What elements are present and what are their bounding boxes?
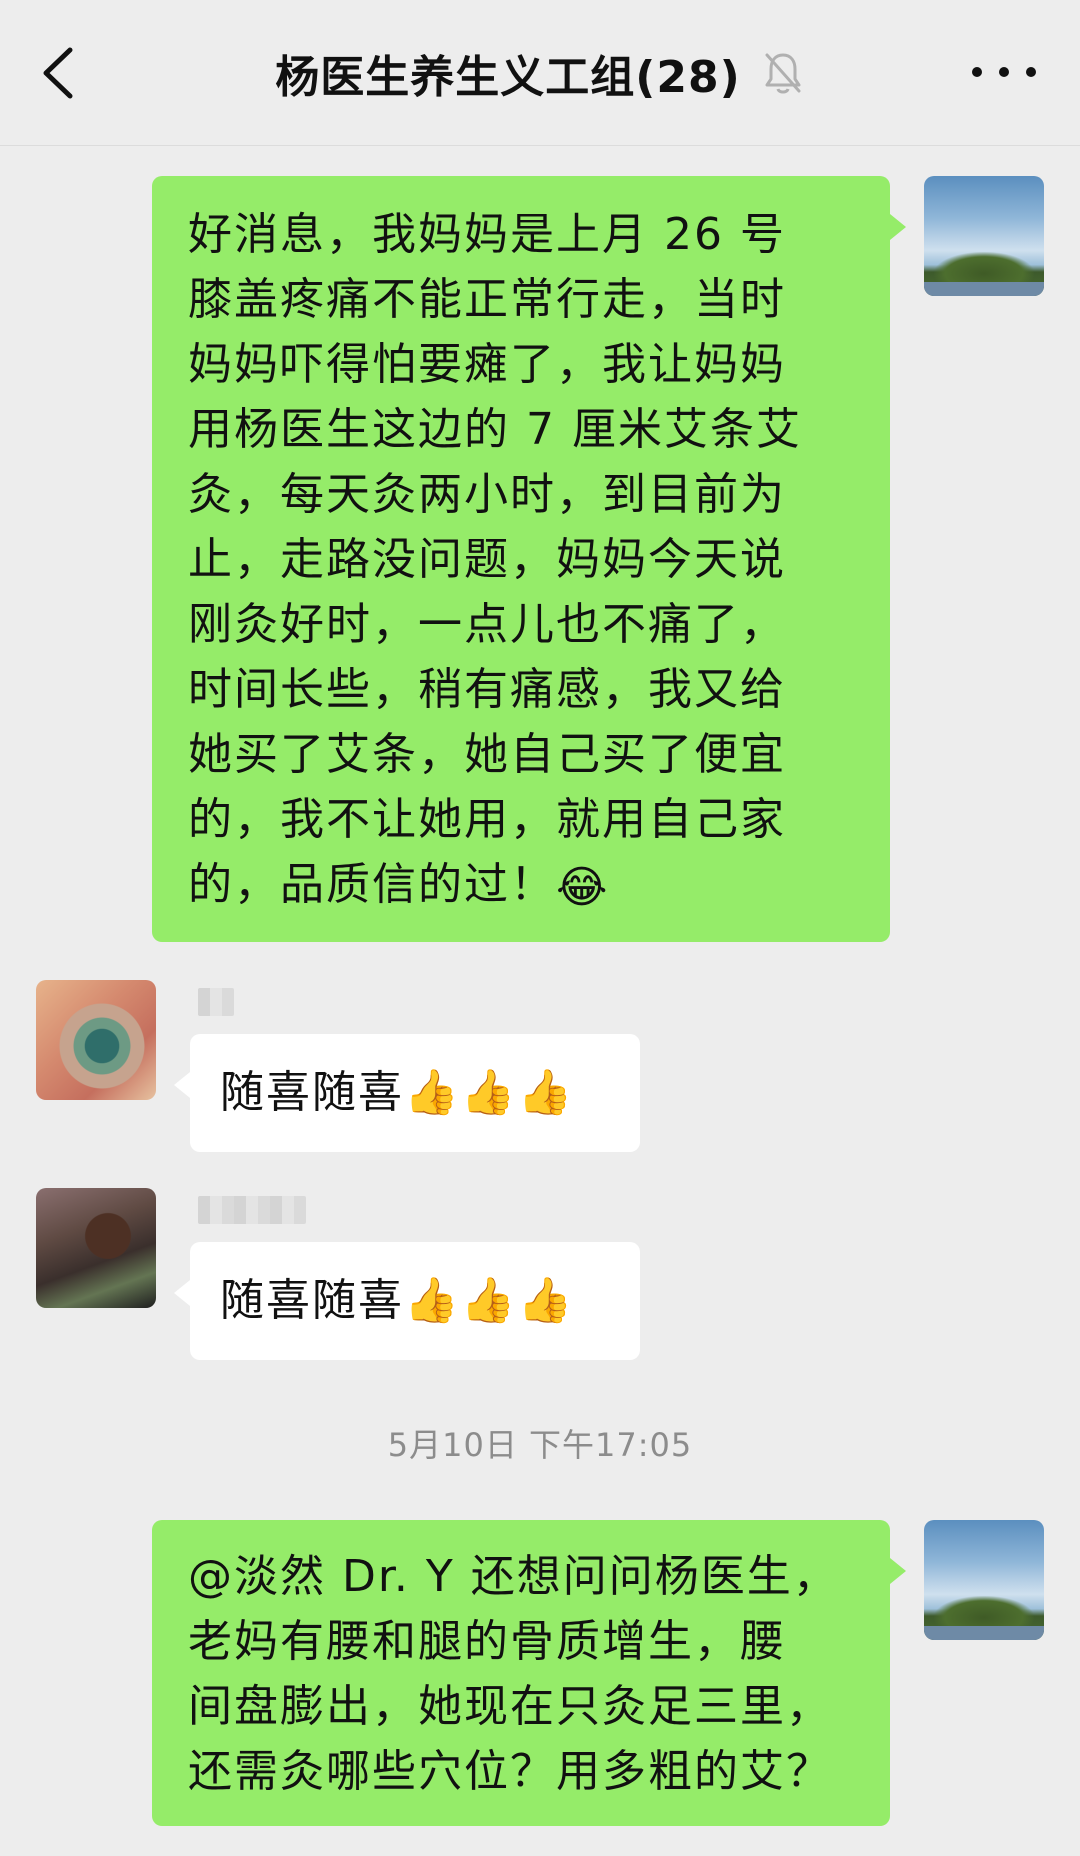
message-timestamp: 5月10日 下午17:05 (387, 1426, 693, 1464)
member-avatar[interactable] (36, 980, 156, 1100)
message-line: 刚灸好时，一点儿也不痛了， (188, 599, 786, 650)
laughing-tears-emoji-icon: 😂 (556, 861, 610, 913)
message-bubble-other[interactable]: 随喜随喜👍👍👍 (174, 1242, 640, 1360)
bell-muted-icon (765, 53, 801, 94)
message-line: 时间长些，稍有痛感，我又给 (188, 664, 786, 715)
self-avatar[interactable] (924, 176, 1044, 296)
message-bubble-self[interactable]: @淡然 Dr. Y 还想问问杨医生， 老妈有腰和腿的骨质增生，腰 间盘膨出，她现… (152, 1520, 906, 1826)
self-avatar[interactable] (924, 1520, 1044, 1640)
message-line: 的，我不让她用，就用自己家 (188, 794, 786, 845)
message-line: @淡然 Dr. Y 还想问问杨医生， (188, 1551, 839, 1602)
thumbs-up-emoji-icon: 👍👍👍 (404, 1275, 575, 1326)
message-line: 妈妈吓得怕要瘫了，我让妈妈 (188, 339, 786, 390)
message-line: 灸，每天灸两小时，到目前为 (188, 469, 786, 520)
message-text: 好消息，我妈妈是上月 26 号 膝盖疼痛不能正常行走，当时 妈妈吓得怕要瘫了，我… (188, 202, 860, 920)
thumbs-up-emoji-icon: 👍👍👍 (404, 1067, 575, 1118)
message-line: 还需灸哪些穴位？用多粗的艾？ (188, 1746, 832, 1797)
message-line: 老妈有腰和腿的骨质增生，腰 (188, 1616, 786, 1667)
avatar-ground (924, 282, 1044, 296)
member-avatar[interactable] (36, 1188, 156, 1308)
message-line: 用杨医生这边的 7 厘米艾条艾 (188, 404, 802, 455)
more-dot (972, 67, 982, 77)
message-line: 她买了艾条，她自己买了便宜 (188, 729, 786, 780)
member-name-redacted (198, 988, 234, 1016)
bubble-tail (174, 1280, 190, 1306)
message-bubble-self[interactable]: 好消息，我妈妈是上月 26 号 膝盖疼痛不能正常行走，当时 妈妈吓得怕要瘫了，我… (152, 176, 906, 942)
message-bubble-other[interactable]: 随喜随喜👍👍👍 (174, 1034, 640, 1152)
bubble-tail (890, 214, 906, 240)
bubble-tail (174, 1072, 190, 1098)
message-line: 止，走路没问题，妈妈今天说 (188, 534, 786, 585)
message-line: 好消息，我妈妈是上月 26 号 (188, 209, 786, 260)
message-line: 间盘膨出，她现在只灸足三里， (188, 1681, 832, 1732)
avatar-ground (924, 1626, 1044, 1640)
message-line-text: 的，品质信的过！ (188, 859, 556, 910)
message-text: 随喜随喜 (220, 1275, 404, 1326)
message-text: 随喜随喜 (220, 1067, 404, 1118)
chat-title[interactable]: 杨医生养生义工组(28) (275, 41, 740, 105)
more-button[interactable] (972, 50, 1036, 94)
more-dot (999, 67, 1009, 77)
message-text: @淡然 Dr. Y 还想问问杨医生， 老妈有腰和腿的骨质增生，腰 间盘膨出，她现… (188, 1544, 870, 1804)
message-line: 膝盖疼痛不能正常行走，当时 (188, 274, 786, 325)
message-line: 的，品质信的过！😂 (188, 852, 860, 920)
bubble-tail (890, 1558, 906, 1584)
chat-header: 杨医生养生义工组(28) (0, 0, 1080, 146)
chat-screen: 杨医生养生义工组(28) 好消息，我妈妈是上月 26 号 膝盖疼痛不能正常行走，… (0, 0, 1080, 1856)
more-dot (1026, 67, 1036, 77)
title-area: 杨医生养生义工组(28) (0, 38, 1080, 108)
member-name-redacted (198, 1196, 306, 1224)
